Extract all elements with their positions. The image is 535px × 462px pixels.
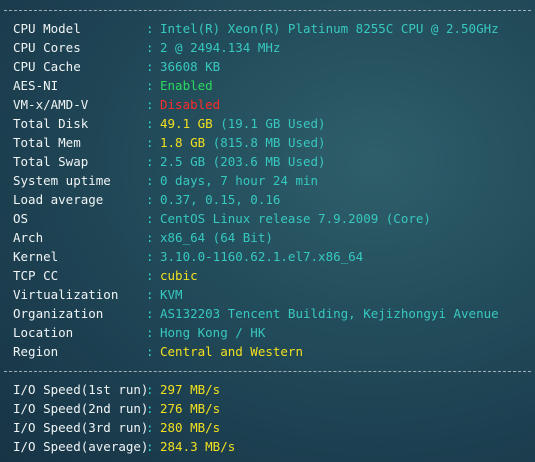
colon-separator: : [146, 325, 154, 340]
separator-middle [4, 371, 531, 372]
info-value: Hong Kong / HK [160, 323, 265, 342]
info-label: Region [13, 344, 59, 359]
info-label: System uptime [13, 173, 111, 188]
info-value-main: 1.8 GB [160, 135, 206, 150]
info-label: Kernel [13, 249, 59, 264]
info-label: I/O Speed(average) [13, 439, 149, 454]
info-value: 2 @ 2494.134 MHz [160, 38, 280, 57]
colon-separator: : [146, 230, 154, 245]
info-value: KVM [160, 285, 183, 304]
info-label: CPU Model [13, 21, 81, 36]
info-value-main: KVM [160, 287, 183, 302]
info-value-main: 0 days, 7 hour 24 min [160, 173, 319, 188]
info-value: x86_64 (64 Bit) [160, 228, 273, 247]
info-label: Virtualization [13, 287, 119, 302]
info-label: Total Disk [13, 116, 89, 131]
info-label: Total Swap [13, 154, 89, 169]
info-label: Location [13, 325, 74, 340]
info-value-main: 36608 KB [160, 59, 221, 74]
info-value: 0.37, 0.15, 0.16 [160, 190, 280, 209]
info-value: 2.5 GB (203.6 MB Used) [160, 152, 326, 171]
colon-separator: : [146, 439, 154, 454]
info-value: Central and Western [160, 342, 303, 361]
info-value-main: 2 @ 2494.134 MHz [160, 40, 281, 55]
colon-separator: : [146, 401, 154, 416]
info-value-main: Hong Kong / HK [160, 325, 266, 340]
info-value-main: 0.37, 0.15, 0.16 [160, 192, 281, 207]
info-label: AES-NI [13, 78, 59, 93]
colon-separator: : [146, 59, 154, 74]
colon-separator: : [146, 211, 154, 226]
info-value: 284.3 MB/s [160, 437, 235, 456]
info-value: 3.10.0-1160.62.1.el7.x86_64 [160, 247, 363, 266]
info-value-main: Central and Western [160, 344, 303, 359]
info-label: I/O Speed(1st run) [13, 382, 149, 397]
info-value-main: Intel(R) Xeon(R) Platinum 8255C CPU @ 2.… [160, 21, 499, 36]
colon-separator: : [146, 249, 154, 264]
info-value-main: 280 MB/s [160, 420, 221, 435]
colon-separator: : [146, 97, 154, 112]
info-value: 276 MB/s [160, 399, 220, 418]
info-value: 297 MB/s [160, 380, 220, 399]
info-value: cubic [160, 266, 198, 285]
info-label: TCP CC [13, 268, 59, 283]
terminal-output: CPU Model: Intel(R) Xeon(R) Platinum 8255… [0, 0, 535, 462]
info-label: Arch [13, 230, 44, 245]
colon-separator: : [146, 135, 154, 150]
info-value-main: 3.10.0-1160.62.1.el7.x86_64 [160, 249, 364, 264]
info-label: VM-x/AMD-V [13, 97, 89, 112]
info-value: 0 days, 7 hour 24 min [160, 171, 318, 190]
colon-separator: : [146, 21, 154, 36]
info-value-main: AS132203 Tencent Building, Kejizhongyi A… [160, 306, 499, 321]
info-value-main: 284.3 MB/s [160, 439, 236, 454]
info-value-main: 49.1 GB [160, 116, 213, 131]
info-label: Total Mem [13, 135, 81, 150]
colon-separator: : [146, 420, 154, 435]
colon-separator: : [146, 306, 154, 321]
colon-separator: : [146, 382, 154, 397]
info-value: 1.8 GB (815.8 MB Used) [160, 133, 326, 152]
info-value-main: 276 MB/s [160, 401, 221, 416]
colon-separator: : [146, 116, 154, 131]
info-label: Load average [13, 192, 104, 207]
info-value: CentOS Linux release 7.9.2009 (Core) [160, 209, 431, 228]
info-value-main: cubic [160, 268, 198, 283]
info-value: AS132203 Tencent Building, Kejizhongyi A… [160, 304, 499, 323]
info-label: Organization [13, 306, 104, 321]
colon-separator: : [146, 154, 154, 169]
info-value-main: Disabled [160, 97, 221, 112]
colon-separator: : [146, 78, 154, 93]
colon-separator: : [146, 287, 154, 302]
info-value-extra: (19.1 GB Used) [220, 116, 326, 131]
info-value: Enabled [160, 76, 213, 95]
info-value: 36608 KB [160, 57, 220, 76]
colon-separator: : [146, 173, 154, 188]
colon-separator: : [146, 268, 154, 283]
info-label: I/O Speed(2nd run) [13, 401, 149, 416]
info-value-extra: (815.8 MB Used) [212, 135, 326, 150]
info-value: Intel(R) Xeon(R) Platinum 8255C CPU @ 2.… [160, 19, 499, 38]
colon-separator: : [146, 192, 154, 207]
info-label: OS [13, 211, 29, 226]
info-value-main: x86_64 (64 Bit) [160, 230, 273, 245]
info-value-main: CentOS Linux release 7.9.2009 (Core) [160, 211, 431, 226]
info-value: 49.1 GB (19.1 GB Used) [160, 114, 326, 133]
colon-separator: : [146, 40, 154, 55]
info-label: CPU Cache [13, 59, 81, 74]
info-label: CPU Cores [13, 40, 81, 55]
info-value-main: Enabled [160, 78, 213, 93]
info-label: I/O Speed(3rd run) [13, 420, 149, 435]
separator-top [4, 10, 531, 11]
info-value-main: 2.5 GB (203.6 MB Used) [160, 154, 326, 169]
info-value: Disabled [160, 95, 220, 114]
info-value: 280 MB/s [160, 418, 220, 437]
info-value-main: 297 MB/s [160, 382, 221, 397]
colon-separator: : [146, 344, 154, 359]
